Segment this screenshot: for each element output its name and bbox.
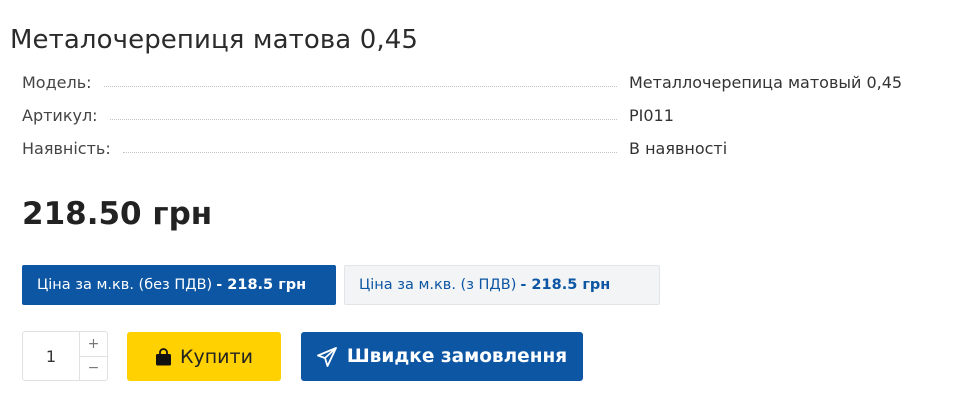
spec-label: Модель: — [22, 73, 92, 92]
spec-dots — [103, 86, 617, 87]
price-option-amount: - 218.5 грн — [520, 277, 611, 293]
product-title: Металочерепиця матова 0,45 — [10, 25, 418, 55]
product-specs: Модель: Металлочерепица матовый 0,45 Арт… — [22, 66, 922, 165]
price-option-amount: - 218.5 грн — [216, 277, 307, 293]
price-option-without-vat[interactable]: Ціна за м.кв. (без ПДВ) - 218.5 грн — [22, 265, 336, 305]
price-option-label: Ціна за м.кв. (без ПДВ) — [37, 277, 213, 293]
spec-value: В наявності — [629, 139, 728, 158]
shopping-bag-icon — [155, 347, 172, 366]
quantity-buttons: + − — [79, 332, 107, 380]
paper-plane-icon — [316, 346, 337, 367]
quick-order-button-label: Швидке замовлення — [346, 346, 568, 367]
spec-value: PI011 — [629, 106, 674, 125]
buy-button-label: Купити — [180, 345, 253, 368]
quick-order-button[interactable]: Швидке замовлення — [301, 332, 583, 381]
spec-row-model: Модель: Металлочерепица матовый 0,45 — [22, 66, 922, 99]
spec-label: Наявність: — [22, 139, 111, 158]
spec-label: Артикул: — [22, 106, 98, 125]
spec-row-availability: Наявність: В наявності — [22, 132, 922, 165]
quantity-plus-button[interactable]: + — [80, 332, 107, 357]
price-option-label: Ціна за м.кв. (з ПДВ) — [359, 277, 517, 293]
quantity-stepper: + − — [22, 331, 108, 381]
spec-value: Металлочерепица матовый 0,45 — [629, 73, 903, 92]
buy-button[interactable]: Купити — [127, 332, 281, 381]
spec-row-sku: Артикул: PI011 — [22, 99, 922, 132]
spec-dots — [109, 119, 617, 120]
quantity-input[interactable] — [23, 332, 79, 380]
product-price: 218.50 грн — [22, 196, 213, 232]
quantity-minus-button[interactable]: − — [80, 357, 107, 381]
spec-dots — [122, 152, 617, 153]
price-option-with-vat[interactable]: Ціна за м.кв. (з ПДВ) - 218.5 грн — [344, 265, 660, 305]
